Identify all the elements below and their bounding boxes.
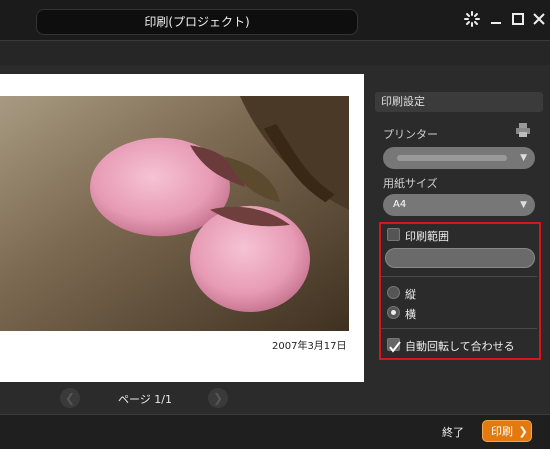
divider [381, 276, 537, 277]
print-button-label: 印刷 [491, 425, 513, 438]
window-title: 印刷(プロジェクト) [36, 9, 358, 35]
settings-burst-icon[interactable] [464, 11, 480, 27]
preview-photo [0, 96, 349, 331]
chevron-down-icon: ▼ [520, 153, 527, 163]
print-preview-page: 2007年3月17日 [0, 74, 364, 382]
orientation-portrait-radio[interactable] [387, 286, 400, 299]
page-indicator: ページ 1/1 [118, 393, 172, 406]
paper-size-value: A4 [393, 199, 407, 210]
print-range-checkbox[interactable] [387, 228, 400, 241]
printer-label: プリンター [383, 128, 438, 141]
minimize-icon[interactable] [488, 11, 504, 27]
printer-name-blurred [397, 155, 507, 161]
print-range-input[interactable] [385, 248, 535, 268]
print-settings-panel: 印刷設定 プリンター ▼ 用紙サイズ A4 ▼ 印刷範囲 縦 横 自動回転して合… [375, 92, 545, 412]
chevron-down-icon: ▼ [520, 200, 527, 210]
printer-icon[interactable] [515, 122, 531, 138]
title-bar: 印刷(プロジェクト) [0, 0, 550, 40]
date-stamp: 2007年3月17日 [272, 341, 347, 352]
orientation-portrait-label: 縦 [405, 288, 416, 301]
print-button[interactable]: 印刷 ❯ [482, 420, 532, 442]
printer-select[interactable]: ▼ [383, 147, 535, 169]
paper-size-select[interactable]: A4 ▼ [383, 194, 535, 216]
orientation-landscape-radio[interactable] [387, 306, 400, 319]
end-button[interactable]: 終了 [442, 424, 464, 440]
divider [381, 328, 537, 329]
auto-rotate-label: 自動回転して合わせる [405, 340, 515, 353]
chevron-right-icon: ❯ [518, 425, 528, 438]
paper-size-label: 用紙サイズ [383, 177, 438, 190]
orientation-landscape-label: 横 [405, 308, 416, 321]
check-icon [389, 341, 401, 353]
maximize-icon[interactable] [510, 11, 526, 27]
close-icon[interactable] [531, 11, 547, 27]
prev-page-button[interactable]: ❮ [60, 388, 80, 408]
next-page-button[interactable]: ❯ [208, 388, 228, 408]
auto-rotate-checkbox[interactable] [387, 338, 401, 353]
print-range-label: 印刷範囲 [405, 230, 449, 243]
bottom-bar: 終了 印刷 ❯ [0, 414, 550, 449]
pager: ❮ ページ 1/1 ❯ [0, 384, 375, 414]
toolbar-strip [0, 40, 550, 65]
settings-header: 印刷設定 [375, 92, 543, 112]
